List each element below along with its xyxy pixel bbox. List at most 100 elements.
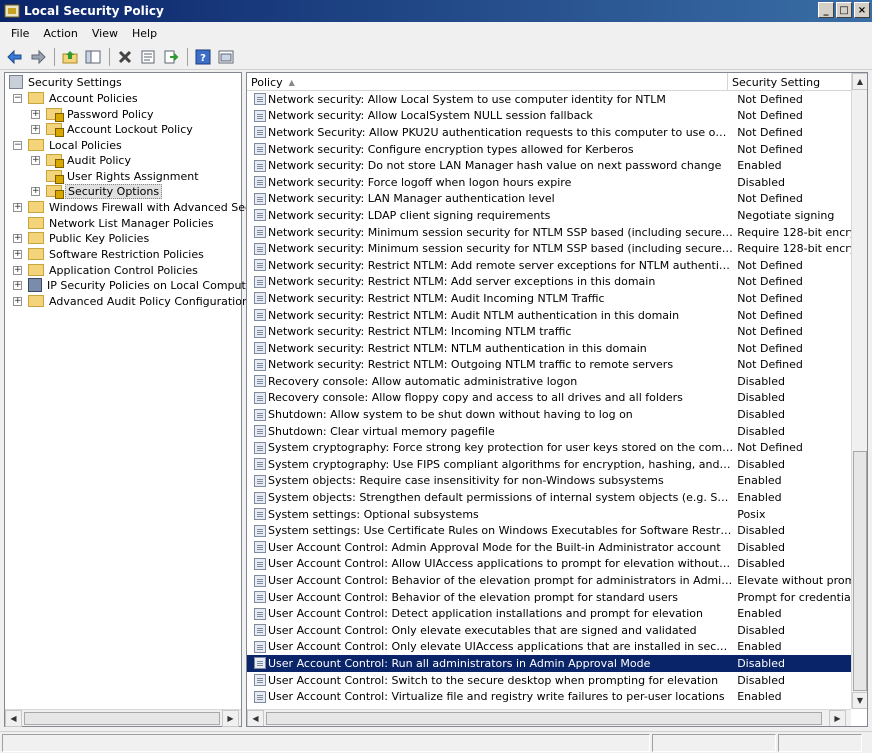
tree-item-user-rights-assignment[interactable]: User Rights Assignment	[46, 168, 201, 184]
collapse-icon[interactable]: −	[13, 93, 22, 103]
tree-item-password-policy[interactable]: + Password Policy	[31, 106, 156, 122]
policy-row[interactable]: Recovery console: Allow automatic admini…	[247, 373, 851, 390]
policy-row[interactable]: User Account Control: Switch to the secu…	[247, 672, 851, 689]
tree-item-account-policies[interactable]: − Account Policies	[13, 90, 140, 106]
help-button[interactable]: ?	[192, 46, 214, 68]
expand-icon[interactable]: +	[31, 155, 40, 165]
tree-item-public-key[interactable]: + Public Key Policies	[13, 230, 151, 246]
scroll-left-button[interactable]: ◀	[247, 709, 264, 726]
tree-item-security-settings[interactable]: Security Settings	[9, 74, 124, 90]
collapse-icon[interactable]: −	[13, 140, 22, 150]
menu-file[interactable]: File	[4, 25, 36, 42]
policy-row[interactable]: User Account Control: Behavior of the el…	[247, 589, 851, 606]
policy-row[interactable]: System settings: Use Certificate Rules o…	[247, 522, 851, 539]
policy-row[interactable]: Network security: Do not store LAN Manag…	[247, 157, 851, 174]
scroll-up-button[interactable]: ▲	[852, 73, 867, 90]
tree-item-windows-firewall[interactable]: + Windows Firewall with Advanced Securit…	[13, 199, 278, 215]
tree-item-audit-policy[interactable]: + Audit Policy	[31, 152, 133, 168]
menu-view[interactable]: View	[85, 25, 125, 42]
tree-item-network-list[interactable]: Network List Manager Policies	[28, 215, 216, 231]
policy-setting-icon	[254, 375, 266, 388]
policy-row[interactable]: System objects: Strengthen default permi…	[247, 489, 851, 506]
policy-row[interactable]: Network security: Restrict NTLM: Add ser…	[247, 274, 851, 291]
policy-row[interactable]: Network Security: Allow PKU2U authentica…	[247, 124, 851, 141]
policy-row[interactable]: User Account Control: Only elevate execu…	[247, 622, 851, 639]
policy-row[interactable]: Network security: Restrict NTLM: Outgoin…	[247, 357, 851, 374]
policy-row[interactable]: Shutdown: Clear virtual memory pagefile D…	[247, 423, 851, 440]
policy-row[interactable]: Network security: Restrict NTLM: Audit N…	[247, 307, 851, 324]
policy-row[interactable]: User Account Control: Run all administra…	[247, 655, 851, 672]
show-hide-tree-button[interactable]	[82, 46, 104, 68]
policy-row[interactable]: Network security: Allow LocalSystem NULL…	[247, 108, 851, 125]
tree-item-account-lockout-policy[interactable]: + Account Lockout Policy	[31, 121, 195, 137]
policy-row[interactable]: System objects: Require case insensitivi…	[247, 473, 851, 490]
policy-row[interactable]: User Account Control: Only elevate UIAcc…	[247, 639, 851, 656]
scroll-right-button[interactable]: ▶	[222, 709, 239, 727]
expand-icon[interactable]: +	[13, 233, 22, 243]
column-header-policy[interactable]: Policy ▲	[247, 73, 728, 91]
expand-icon[interactable]: +	[13, 280, 22, 290]
menu-action[interactable]: Action	[36, 25, 84, 42]
list-vertical-scrollbar[interactable]: ▲ ▼	[851, 73, 867, 709]
policy-row[interactable]: Network security: Minimum session securi…	[247, 224, 851, 241]
policy-row[interactable]: Network security: Restrict NTLM: Incomin…	[247, 323, 851, 340]
tree-item-ip-security[interactable]: + IP Security Policies on Local Computer	[13, 277, 259, 293]
properties-button[interactable]	[137, 46, 159, 68]
policy-row[interactable]: Network security: Minimum session securi…	[247, 240, 851, 257]
tree-item-application-control[interactable]: + Application Control Policies	[13, 262, 200, 278]
policy-row[interactable]: User Account Control: Admin Approval Mod…	[247, 539, 851, 556]
expand-icon[interactable]: +	[13, 202, 22, 212]
maximize-button[interactable]: □	[836, 2, 852, 18]
policy-row[interactable]: Network security: LDAP client signing re…	[247, 207, 851, 224]
policy-row[interactable]: Network security: Restrict NTLM: NTLM au…	[247, 340, 851, 357]
tree-horizontal-scrollbar[interactable]: ◀ ▶	[5, 709, 241, 727]
up-one-level-button[interactable]	[59, 46, 81, 68]
delete-button[interactable]	[114, 46, 136, 68]
security-setting-value: Disabled	[737, 524, 785, 538]
policy-row[interactable]: Shutdown: Allow system to be shut down w…	[247, 406, 851, 423]
policy-row[interactable]: Network security: Force logoff when logo…	[247, 174, 851, 191]
policy-row[interactable]: Recovery console: Allow floppy copy and …	[247, 390, 851, 407]
policy-row[interactable]: System cryptography: Use FIPS compliant …	[247, 456, 851, 473]
expand-icon[interactable]: +	[31, 186, 40, 196]
export-list-button[interactable]	[160, 46, 182, 68]
scroll-thumb[interactable]	[24, 711, 220, 725]
expand-icon[interactable]: +	[31, 124, 40, 134]
policy-row[interactable]: Network security: LAN Manager authentica…	[247, 191, 851, 208]
tree-item-software-restriction[interactable]: + Software Restriction Policies	[13, 246, 206, 262]
expand-icon[interactable]: +	[13, 296, 22, 306]
policy-row[interactable]: System cryptography: Force strong key pr…	[247, 439, 851, 456]
policy-row[interactable]: Network security: Restrict NTLM: Audit I…	[247, 290, 851, 307]
back-button[interactable]	[4, 46, 26, 68]
policy-row[interactable]: User Account Control: Behavior of the el…	[247, 572, 851, 589]
scroll-right-button[interactable]: ▶	[829, 709, 846, 726]
policy-list-pane[interactable]: Policy ▲ Security Setting Network securi…	[246, 72, 868, 727]
policy-row[interactable]: Network security: Restrict NTLM: Add rem…	[247, 257, 851, 274]
minimize-button[interactable]: _	[818, 2, 834, 18]
expand-icon[interactable]: +	[13, 265, 22, 275]
policy-setting-icon	[254, 159, 266, 172]
tree-pane[interactable]: Security Settings − Account Policies + P…	[4, 72, 276, 727]
menu-help[interactable]: Help	[125, 25, 164, 42]
scroll-down-button[interactable]: ▼	[852, 692, 867, 709]
column-header-security-setting[interactable]: Security Setting	[728, 73, 851, 91]
list-horizontal-scrollbar[interactable]: ◀ ▶	[247, 709, 851, 726]
policy-row[interactable]: User Account Control: Virtualize file an…	[247, 688, 851, 705]
tree-item-local-policies[interactable]: − Local Policies	[13, 137, 124, 153]
scroll-thumb[interactable]	[266, 711, 822, 725]
policy-row[interactable]: Network security: Allow Local System to …	[247, 91, 851, 108]
policy-row[interactable]: Network security: Configure encryption t…	[247, 141, 851, 158]
close-button[interactable]: ×	[854, 2, 870, 18]
expand-icon[interactable]: +	[13, 249, 22, 259]
console-button[interactable]	[215, 46, 237, 68]
forward-button[interactable]	[27, 46, 49, 68]
security-setting-value: Negotiate signing	[737, 208, 835, 222]
tree-item-advanced-audit[interactable]: + Advanced Audit Policy Configuration	[13, 293, 251, 309]
scroll-thumb[interactable]	[853, 451, 867, 691]
expand-icon[interactable]: +	[31, 109, 40, 119]
policy-row[interactable]: User Account Control: Detect application…	[247, 605, 851, 622]
tree-item-security-options[interactable]: + Security Options	[31, 183, 163, 199]
policy-row[interactable]: User Account Control: Allow UIAccess app…	[247, 556, 851, 573]
policy-row[interactable]: System settings: Optional subsystems Posi…	[247, 506, 851, 523]
scroll-left-button[interactable]: ◀	[5, 709, 22, 727]
